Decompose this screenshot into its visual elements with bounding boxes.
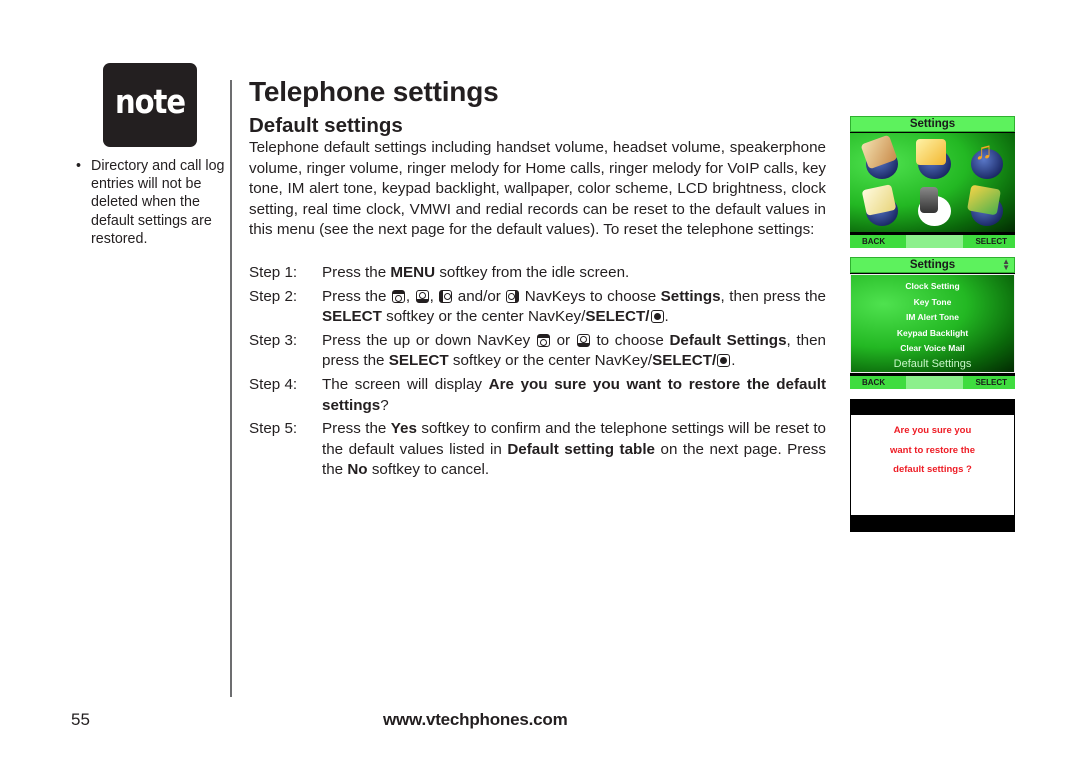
step-text: Press the up or down NavKey or to choose… bbox=[322, 331, 827, 370]
pictures-icon[interactable] bbox=[961, 184, 1009, 229]
menu-item[interactable]: IM Alert Tone bbox=[851, 310, 1014, 326]
navkey-right-icon bbox=[506, 289, 520, 303]
step-5: Step 5: Press the Yes softkey to confirm… bbox=[249, 419, 826, 481]
navkey-down-icon bbox=[576, 333, 590, 347]
menu-item[interactable]: Key Tone bbox=[851, 295, 1014, 311]
section-title: Default settings bbox=[249, 114, 403, 137]
step-1: Step 1: Press the MENU softkey from the … bbox=[249, 263, 826, 284]
confirm-line: default settings ? bbox=[893, 464, 972, 475]
steps-list: Step 1: Press the MENU softkey from the … bbox=[249, 263, 826, 484]
step-label: Step 2: bbox=[249, 287, 298, 305]
step-label: Step 5: bbox=[249, 420, 298, 438]
confirm-line: want to restore the bbox=[890, 444, 975, 456]
app-icon-grid: ♫ bbox=[856, 134, 1009, 229]
step-label: Step 1: bbox=[249, 264, 298, 281]
confirm-line: Are you sure you bbox=[893, 425, 972, 436]
step-label: Step 3: bbox=[249, 331, 298, 349]
phone-settings-icon[interactable] bbox=[908, 185, 956, 229]
menu-item-selected[interactable]: Default Settings bbox=[851, 357, 1014, 371]
settings-menu-list: Clock Setting Key Tone IM Alert Tone Key… bbox=[851, 279, 1014, 371]
screen-settings-menu: Settings ▲ ▼ Clock Setting Key Tone IM Al… bbox=[850, 257, 1015, 389]
screen-confirm: Are you sure you want to restore the def… bbox=[850, 399, 1015, 532]
step-4: Step 4: The screen will display Are you … bbox=[249, 375, 826, 416]
website-link[interactable]: www.vtechphones.com bbox=[383, 710, 568, 730]
navkey-left-icon bbox=[439, 289, 453, 303]
step-text: Press the Yes softkey to confirm and the… bbox=[322, 420, 826, 479]
navkey-up-icon bbox=[536, 333, 550, 347]
navkey-center-icon bbox=[650, 310, 664, 324]
softkey-bar: BACK SELECT bbox=[850, 376, 1015, 389]
step-text: The screen will display Are you sure you… bbox=[322, 375, 827, 414]
confirm-dialog: Are you sure you want to restore the def… bbox=[851, 415, 1014, 515]
notes-icon[interactable] bbox=[856, 183, 904, 229]
select-softkey[interactable]: SELECT bbox=[975, 235, 1007, 248]
page-number: 55 bbox=[71, 710, 90, 729]
screen-main-menu: Settings ♫ BACK SELECT bbox=[850, 116, 1015, 248]
page-title: Telephone settings bbox=[249, 76, 499, 107]
step-2: Step 2: Press the , , and/or NavKeys to … bbox=[249, 287, 826, 328]
note-badge: note bbox=[103, 63, 197, 147]
softkey-bar: BACK SELECT bbox=[850, 235, 1015, 248]
step-text: Press the MENU softkey from the idle scr… bbox=[322, 264, 630, 281]
messages-icon[interactable] bbox=[908, 137, 956, 181]
screen-title: Settings ▲ ▼ bbox=[850, 257, 1015, 273]
intro-paragraph: Telephone default settings including han… bbox=[249, 139, 826, 239]
vertical-divider bbox=[230, 80, 232, 697]
menu-item[interactable]: Clear Voice Mail bbox=[851, 341, 1014, 357]
back-softkey[interactable]: BACK bbox=[862, 235, 885, 248]
screen-title: Settings bbox=[850, 116, 1015, 132]
navkey-up-icon bbox=[391, 289, 405, 303]
screen-body: Clock Setting Key Tone IM Alert Tone Key… bbox=[850, 274, 1015, 373]
directory-icon[interactable] bbox=[856, 134, 904, 181]
select-softkey[interactable]: SELECT bbox=[975, 376, 1007, 389]
navkey-down-icon bbox=[415, 289, 429, 303]
menu-item[interactable]: Keypad Backlight bbox=[851, 326, 1014, 342]
step-text: Press the , , and/or NavKeys to choose S… bbox=[322, 287, 826, 326]
music-icon[interactable]: ♫ bbox=[961, 137, 1009, 181]
screen-body: ♫ bbox=[850, 133, 1015, 232]
step-3: Step 3: Press the up or down NavKey or t… bbox=[249, 331, 826, 372]
step-label: Step 4: bbox=[249, 375, 298, 393]
back-softkey[interactable]: BACK bbox=[862, 376, 885, 389]
note-list: Directory and call log entries will not … bbox=[76, 157, 226, 248]
note-item: Directory and call log entries will not … bbox=[76, 157, 226, 248]
navkey-center-icon bbox=[717, 354, 731, 368]
scroll-arrows-icon: ▲ ▼ bbox=[1002, 257, 1010, 272]
menu-item[interactable]: Clock Setting bbox=[851, 279, 1014, 295]
note-label: note bbox=[114, 82, 186, 122]
